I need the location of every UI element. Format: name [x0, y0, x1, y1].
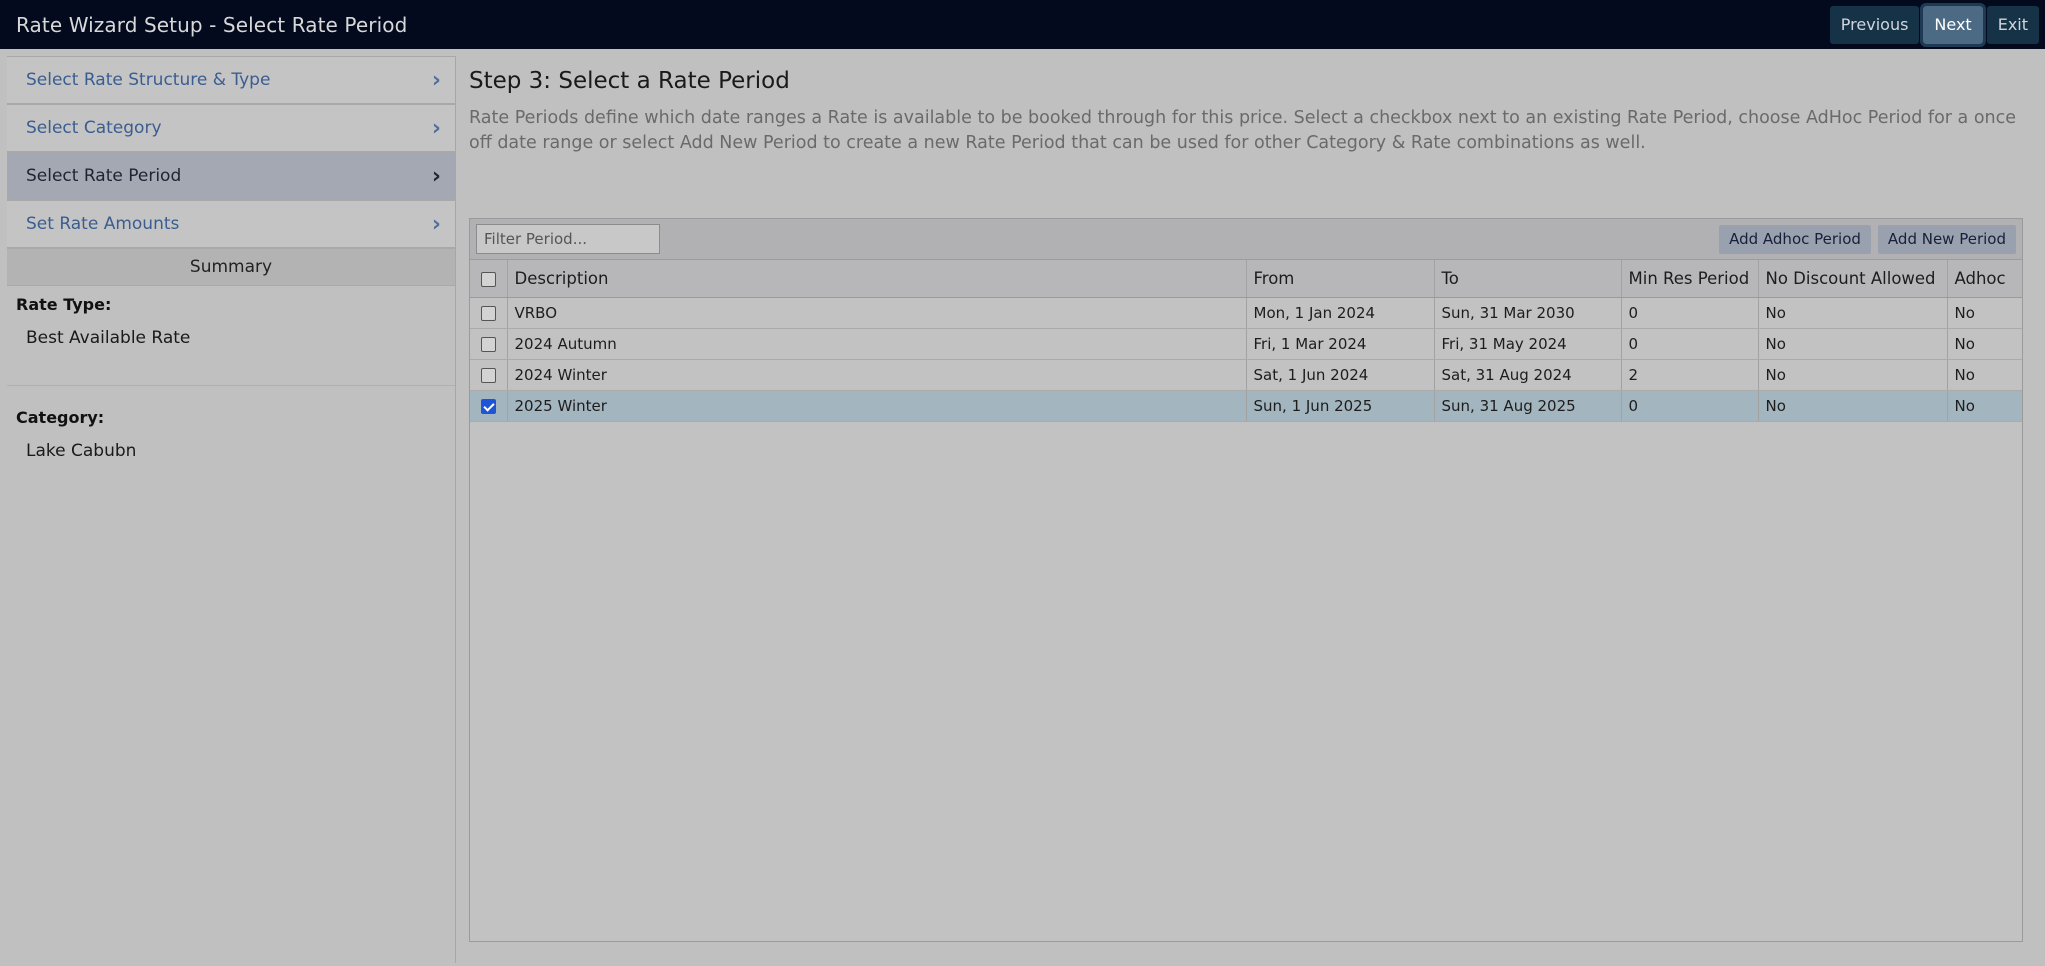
step-label: Select Rate Structure & Type: [26, 70, 271, 90]
cell-no-discount: No: [1758, 328, 1948, 360]
cell-min-res: 0: [1621, 297, 1759, 329]
cell-adhoc: No: [1947, 328, 2022, 360]
column-header-adhoc[interactable]: Adhoc: [1947, 260, 2022, 298]
step-label: Set Rate Amounts: [26, 214, 180, 234]
cell-no-discount: No: [1758, 390, 1948, 422]
table-row[interactable]: 2024 Winter Sat, 1 Jun 2024 Sat, 31 Aug …: [470, 359, 2022, 391]
table-row[interactable]: 2024 Autumn Fri, 1 Mar 2024 Fri, 31 May …: [470, 328, 2022, 360]
cell-description: 2024 Autumn: [507, 328, 1247, 360]
cell-description: VRBO: [507, 297, 1247, 329]
cell-adhoc: No: [1947, 297, 2022, 329]
summary-heading: Summary: [7, 248, 455, 286]
step-select-category[interactable]: Select Category ›: [7, 104, 455, 152]
cell-description: 2025 Winter: [507, 390, 1247, 422]
cell-adhoc: No: [1947, 359, 2022, 391]
cell-to: Sat, 31 Aug 2024: [1434, 359, 1622, 391]
step-label: Select Rate Period: [26, 166, 182, 186]
row-checkbox-cell: [470, 390, 508, 422]
cell-to: Fri, 31 May 2024: [1434, 328, 1622, 360]
chevron-right-icon: ›: [431, 211, 441, 237]
step-title: Step 3: Select a Rate Period: [469, 68, 790, 94]
cell-no-discount: No: [1758, 297, 1948, 329]
cell-min-res: 0: [1621, 390, 1759, 422]
main-content: Step 3: Select a Rate Period Rate Period…: [469, 56, 2023, 963]
rate-period-table: Description From To Min Res Period No Di…: [470, 260, 2022, 422]
column-header-no-discount[interactable]: No Discount Allowed: [1758, 260, 1948, 298]
column-header-to[interactable]: To: [1434, 260, 1622, 298]
row-checkbox[interactable]: [480, 336, 496, 352]
cell-from: Mon, 1 Jan 2024: [1246, 297, 1435, 329]
previous-button[interactable]: Previous: [1829, 5, 1920, 44]
page-title: Rate Wizard Setup - Select Rate Period: [16, 12, 408, 37]
row-checkbox[interactable]: [480, 305, 496, 321]
wizard-sidebar: Select Rate Structure & Type › Select Ca…: [7, 56, 456, 963]
chevron-right-icon: ›: [431, 163, 441, 189]
category-value: Lake Cabubn: [26, 441, 137, 461]
table-header-row: Description From To Min Res Period No Di…: [470, 260, 2022, 298]
select-all-cell: [470, 260, 508, 298]
select-all-checkbox[interactable]: [480, 271, 496, 287]
top-bar: Rate Wizard Setup - Select Rate Period P…: [0, 0, 2045, 49]
row-checkbox-cell: [470, 359, 508, 391]
step-label: Select Category: [26, 118, 162, 138]
rate-type-value: Best Available Rate: [26, 328, 191, 348]
cell-no-discount: No: [1758, 359, 1948, 391]
rate-type-label: Rate Type:: [16, 295, 112, 314]
cell-adhoc: No: [1947, 390, 2022, 422]
filter-period-input[interactable]: [476, 224, 660, 254]
category-label: Category:: [16, 408, 105, 427]
cell-min-res: 0: [1621, 328, 1759, 360]
rate-period-panel: Add Adhoc Period Add New Period Descript…: [469, 218, 2023, 942]
column-header-from[interactable]: From: [1246, 260, 1435, 298]
row-checkbox[interactable]: [480, 398, 496, 414]
chevron-right-icon: ›: [431, 115, 441, 141]
step-set-rate-amounts[interactable]: Set Rate Amounts ›: [7, 200, 455, 248]
chevron-right-icon: ›: [431, 67, 441, 93]
column-header-min-res-period[interactable]: Min Res Period: [1621, 260, 1759, 298]
cell-description: 2024 Winter: [507, 359, 1247, 391]
row-checkbox-cell: [470, 328, 508, 360]
cell-to: Sun, 31 Mar 2030: [1434, 297, 1622, 329]
step-description: Rate Periods define which date ranges a …: [469, 108, 2017, 153]
add-new-period-button[interactable]: Add New Period: [1877, 224, 2016, 254]
grid-toolbar: Add Adhoc Period Add New Period: [470, 219, 2022, 260]
cell-from: Sat, 1 Jun 2024: [1246, 359, 1435, 391]
row-checkbox[interactable]: [480, 367, 496, 383]
cell-to: Sun, 31 Aug 2025: [1434, 390, 1622, 422]
table-row[interactable]: 2025 Winter Sun, 1 Jun 2025 Sun, 31 Aug …: [470, 390, 2022, 422]
toolbar-buttons: Add Adhoc Period Add New Period: [1719, 224, 2016, 254]
cell-min-res: 2: [1621, 359, 1759, 391]
step-select-rate-period[interactable]: Select Rate Period ›: [7, 152, 455, 200]
cell-from: Sun, 1 Jun 2025: [1246, 390, 1435, 422]
column-header-description[interactable]: Description: [507, 260, 1247, 298]
cell-from: Fri, 1 Mar 2024: [1246, 328, 1435, 360]
next-button[interactable]: Next: [1920, 2, 1986, 47]
add-adhoc-period-button[interactable]: Add Adhoc Period: [1719, 224, 1871, 254]
step-select-rate-structure[interactable]: Select Rate Structure & Type ›: [7, 56, 455, 104]
table-row[interactable]: VRBO Mon, 1 Jan 2024 Sun, 31 Mar 2030 0 …: [470, 297, 2022, 329]
row-checkbox-cell: [470, 297, 508, 329]
exit-button[interactable]: Exit: [1986, 5, 2039, 44]
header-actions: Previous Next Exit: [1829, 2, 2045, 47]
